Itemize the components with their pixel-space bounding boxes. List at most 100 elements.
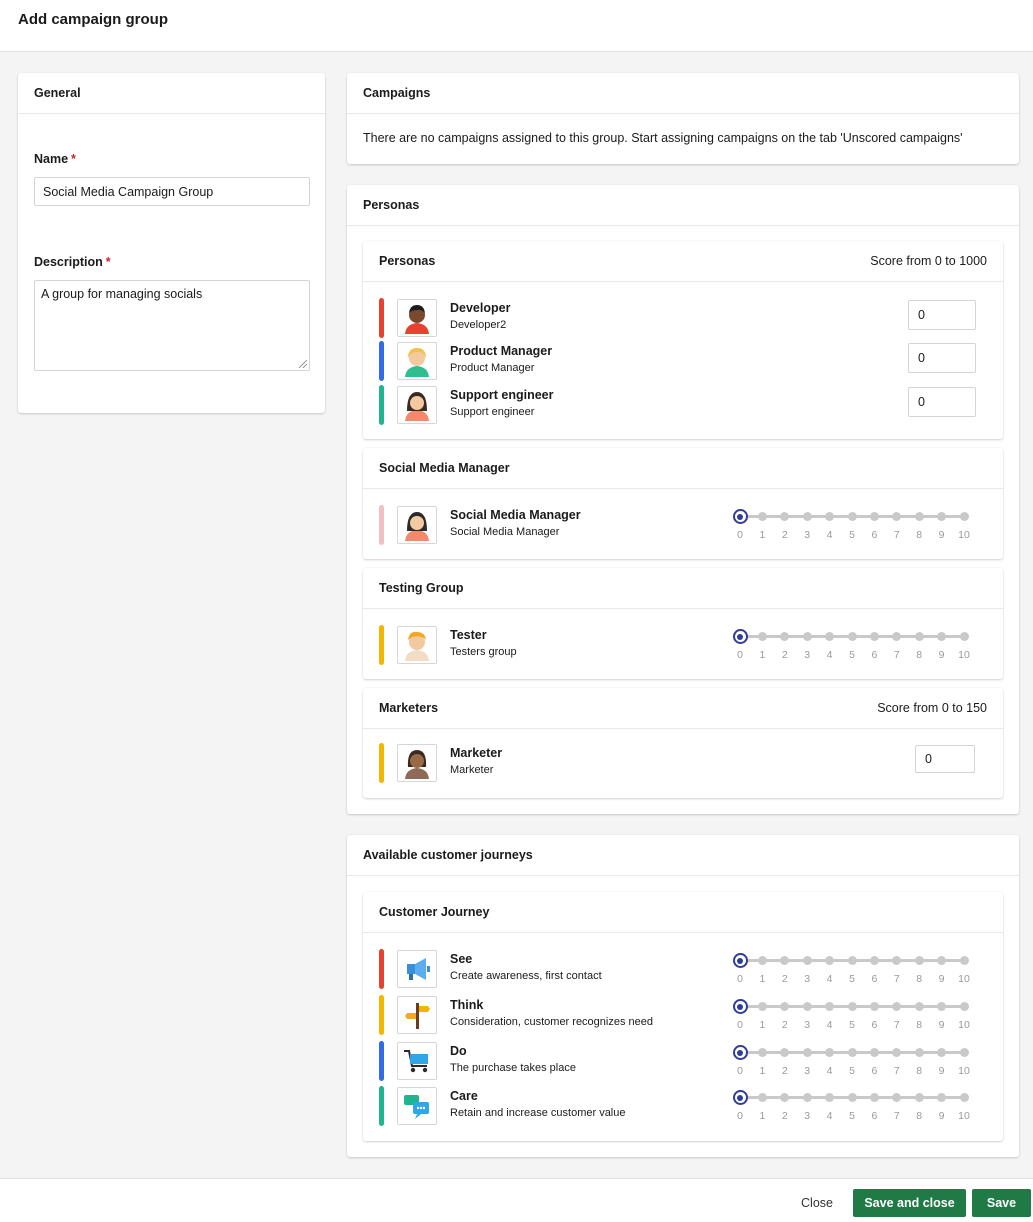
slider-tick[interactable] <box>959 1002 969 1011</box>
name-label-text: Name <box>34 152 69 166</box>
chat-bubbles-icon <box>397 1087 437 1125</box>
general-header: General <box>18 73 325 114</box>
slider-tick[interactable] <box>802 1048 812 1057</box>
slider-handle[interactable] <box>732 953 748 968</box>
persona-score-slider[interactable]: 0 1 2 3 4 5 6 7 8 9 10 <box>732 506 974 546</box>
save-and-close-button[interactable]: Save and close <box>853 1189 966 1217</box>
description-field[interactable]: A group for managing socials <box>34 280 310 371</box>
slider-tick[interactable] <box>937 1093 947 1102</box>
slider-tick[interactable] <box>914 1002 924 1011</box>
slider-tick[interactable] <box>780 512 790 521</box>
slider-tick[interactable] <box>780 632 790 641</box>
slider-tick[interactable] <box>914 1048 924 1057</box>
customer-journeys-header-label: Available customer journeys <box>363 848 533 862</box>
slider-handle[interactable] <box>732 999 748 1014</box>
slider-handle[interactable] <box>732 1045 748 1060</box>
slider-tick[interactable] <box>825 632 835 641</box>
slider-tick[interactable] <box>757 512 767 521</box>
name-field[interactable]: Social Media Campaign Group <box>34 177 310 206</box>
slider-tick[interactable] <box>757 632 767 641</box>
close-button[interactable]: Close <box>786 1189 848 1217</box>
slider-tick[interactable] <box>869 512 879 521</box>
slider-tick[interactable] <box>802 1002 812 1011</box>
slider-tick[interactable] <box>937 956 947 965</box>
slider-tick[interactable] <box>802 956 812 965</box>
slider-tick[interactable] <box>914 956 924 965</box>
slider-tick[interactable] <box>757 1002 767 1011</box>
slider-tick[interactable] <box>892 1002 902 1011</box>
slider-tick[interactable] <box>869 1093 879 1102</box>
persona-score-input[interactable]: 0 <box>908 343 976 373</box>
slider-tick[interactable] <box>892 956 902 965</box>
slider-tick[interactable] <box>892 1093 902 1102</box>
slider-tick[interactable] <box>780 956 790 965</box>
slider-tick[interactable] <box>959 1093 969 1102</box>
persona-name: Marketer <box>450 746 503 760</box>
slider-tick[interactable] <box>757 956 767 965</box>
slider-tick[interactable] <box>937 512 947 521</box>
slider-tick[interactable] <box>780 1093 790 1102</box>
slider-tick[interactable] <box>757 1093 767 1102</box>
slider-tick[interactable] <box>914 1093 924 1102</box>
save-button[interactable]: Save <box>972 1189 1031 1217</box>
slider-tick[interactable] <box>847 1093 857 1102</box>
slider-tick-label: 6 <box>871 649 878 661</box>
personas-card: Personas Personas Score from 0 to 1000 D… <box>347 185 1019 814</box>
slider-tick[interactable] <box>959 512 969 521</box>
slider-tick-label: 10 <box>958 1110 970 1122</box>
slider-tick[interactable] <box>892 632 902 641</box>
slider-tick-label: 6 <box>871 973 878 985</box>
persona-score-slider[interactable]: 0 1 2 3 4 5 6 7 8 9 10 <box>732 626 974 666</box>
persona-score-input[interactable]: 0 <box>915 745 975 773</box>
journey-name: See <box>450 952 473 966</box>
slider-tick-label: 2 <box>781 1065 788 1077</box>
journey-score-slider[interactable]: 0 1 2 3 4 5 6 7 8 9 10 <box>732 1042 974 1082</box>
slider-tick[interactable] <box>802 632 812 641</box>
slider-tick[interactable] <box>959 956 969 965</box>
slider-tick[interactable] <box>937 1048 947 1057</box>
journey-score-slider[interactable]: 0 1 2 3 4 5 6 7 8 9 10 <box>732 950 974 990</box>
slider-tick[interactable] <box>847 1048 857 1057</box>
slider-tick[interactable] <box>780 1048 790 1057</box>
slider-tick[interactable] <box>825 512 835 521</box>
journey-score-slider[interactable]: 0 1 2 3 4 5 6 7 8 9 10 <box>732 1087 974 1127</box>
slider-tick[interactable] <box>869 1048 879 1057</box>
persona-score-input[interactable]: 0 <box>908 387 976 417</box>
slider-tick[interactable] <box>780 1002 790 1011</box>
slider-tick[interactable] <box>847 632 857 641</box>
slider-tick-label: 10 <box>958 1065 970 1077</box>
slider-tick[interactable] <box>892 1048 902 1057</box>
slider-tick[interactable] <box>757 1048 767 1057</box>
slider-tick[interactable] <box>869 1002 879 1011</box>
slider-tick[interactable] <box>959 632 969 641</box>
signpost-icon <box>397 996 437 1034</box>
slider-tick[interactable] <box>869 956 879 965</box>
resize-handle-icon[interactable] <box>299 360 307 368</box>
product-manager-avatar-icon <box>397 342 437 380</box>
slider-tick-label: 1 <box>759 1110 766 1122</box>
slider-tick[interactable] <box>825 1002 835 1011</box>
slider-tick[interactable] <box>937 632 947 641</box>
slider-tick[interactable] <box>914 632 924 641</box>
persona-group-title: Social Media Manager <box>379 461 510 475</box>
slider-tick[interactable] <box>847 1002 857 1011</box>
slider-tick[interactable] <box>802 1093 812 1102</box>
journey-score-slider[interactable]: 0 1 2 3 4 5 6 7 8 9 10 <box>732 996 974 1036</box>
slider-tick[interactable] <box>825 1048 835 1057</box>
slider-handle[interactable] <box>732 629 748 644</box>
slider-tick[interactable] <box>869 632 879 641</box>
slider-tick-label: 10 <box>958 973 970 985</box>
slider-tick-label: 3 <box>804 1065 811 1077</box>
slider-tick[interactable] <box>825 1093 835 1102</box>
slider-tick[interactable] <box>959 1048 969 1057</box>
slider-tick[interactable] <box>802 512 812 521</box>
slider-tick[interactable] <box>825 956 835 965</box>
slider-tick[interactable] <box>892 512 902 521</box>
persona-score-input[interactable]: 0 <box>908 300 976 330</box>
slider-tick[interactable] <box>914 512 924 521</box>
slider-handle[interactable] <box>732 1090 748 1105</box>
slider-tick[interactable] <box>937 1002 947 1011</box>
slider-tick[interactable] <box>847 512 857 521</box>
slider-handle[interactable] <box>732 509 748 524</box>
slider-tick[interactable] <box>847 956 857 965</box>
